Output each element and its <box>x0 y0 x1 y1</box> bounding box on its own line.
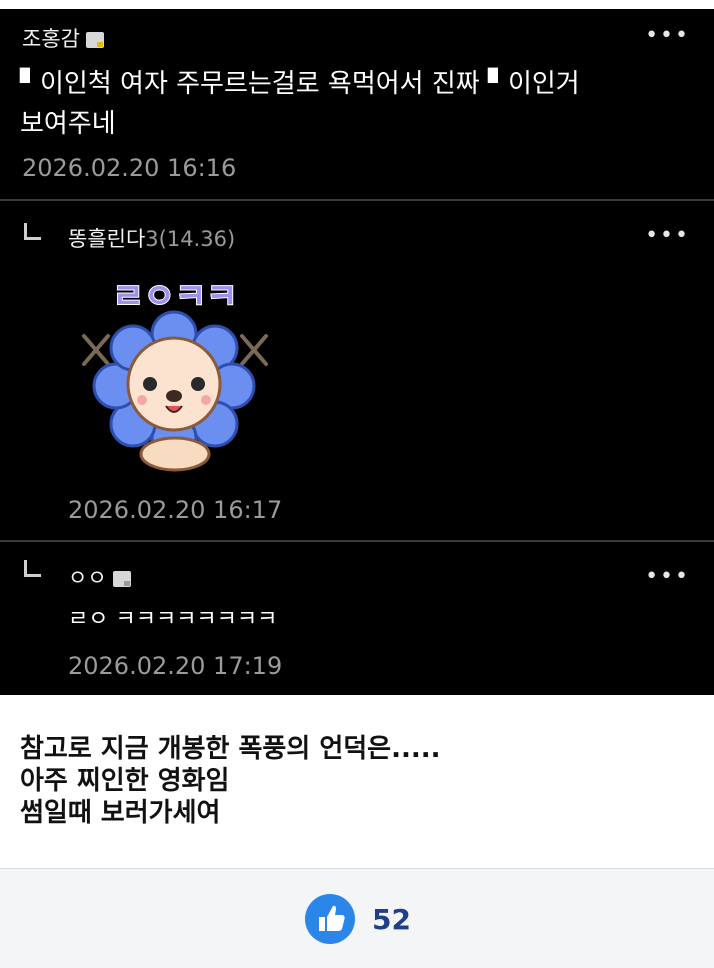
comment-text-line: 보여주네 <box>20 109 116 139</box>
more-icon[interactable]: ••• <box>645 223 690 248</box>
comment-author-name[interactable]: 조홍감 <box>22 27 80 51</box>
more-icon[interactable]: ••• <box>645 564 690 589</box>
comment-author[interactable]: 똥흘린다3(14.36) <box>68 223 235 253</box>
reply-item: 똥흘린다3(14.36) ••• ㄹㅇㅋㅋ 2026.02.20 16:17 <box>0 201 714 540</box>
post-text-line: 참고로 지금 개봉한 폭풍의 언덕은..... <box>20 734 441 764</box>
reply-arrow-icon <box>24 560 41 577</box>
comment-item: 조홍감 ••• ▘이인척 여자 주무르는걸로 욕먹어서 진짜 ▘이인거 보여주네… <box>0 9 714 199</box>
post-body: 참고로 지금 개봉한 폭풍의 언덕은..... 아주 찌인한 영화임 썸일때 보… <box>20 733 440 829</box>
like-button[interactable] <box>305 894 355 944</box>
more-icon[interactable]: ••• <box>645 23 690 48</box>
top-strip <box>0 0 714 9</box>
like-count: 52 <box>372 903 411 936</box>
comment-date: 2026.02.20 16:17 <box>68 496 283 524</box>
comment-date: 2026.02.20 16:16 <box>22 154 237 182</box>
reply-arrow-icon <box>24 223 41 240</box>
post-text-line: 썸일때 보러가세여 <box>20 798 221 828</box>
author-score: 3(14.36) <box>145 227 236 251</box>
comment-text: ▘이인척 여자 주무르는걸로 욕먹어서 진짜 ▘이인거 보여주네 <box>20 64 580 144</box>
comment-author-name[interactable]: 똥흘린다 <box>68 227 145 251</box>
comment-list: 조홍감 ••• ▘이인척 여자 주무르는걸로 욕먹어서 진짜 ▘이인거 보여주네… <box>0 0 714 695</box>
reaction-bar: 52 <box>0 869 714 968</box>
comment-text: ㄹㅇ ㅋㅋㅋㅋㅋㅋㅋㅋ <box>68 607 278 632</box>
comment-author[interactable]: 조홍감 <box>22 23 104 53</box>
comment-author[interactable]: ㅇㅇ <box>68 562 131 592</box>
member-badge-icon <box>112 571 131 587</box>
comment-author-name[interactable]: ㅇㅇ <box>68 566 107 590</box>
comment-text-line: ▘이인척 여자 주무르는걸로 욕먹어서 진짜 ▘이인거 <box>20 69 580 99</box>
member-badge-icon <box>85 32 104 48</box>
post-text-line: 아주 찌인한 영화임 <box>20 766 230 796</box>
lion-sticker: ㄹㅇㅋㅋ <box>82 276 268 472</box>
reply-item: ㅇㅇ ••• ㄹㅇ ㅋㅋㅋㅋㅋㅋㅋㅋ 2026.02.20 17:19 <box>0 542 714 695</box>
thumbs-up-icon <box>319 905 345 931</box>
comment-date: 2026.02.20 17:19 <box>68 652 283 680</box>
